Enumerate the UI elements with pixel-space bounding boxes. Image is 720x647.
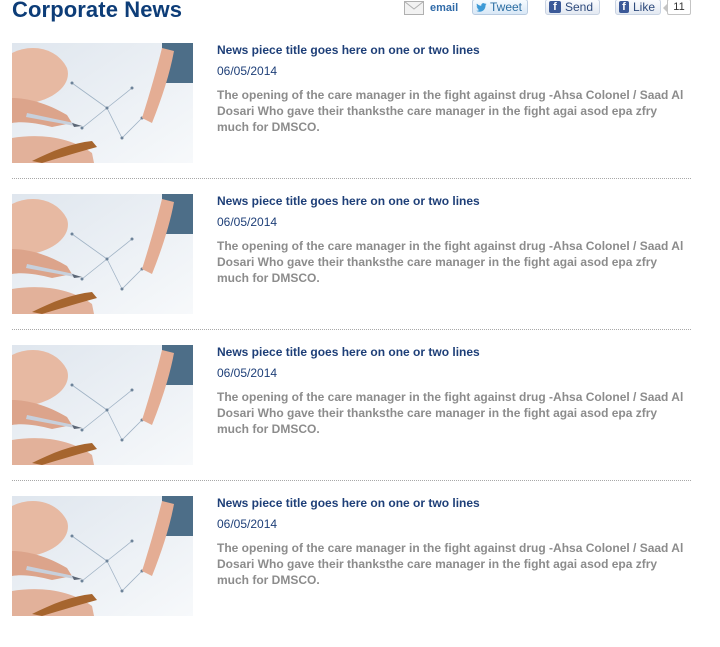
news-item: News piece title goes here on one or two… xyxy=(12,345,691,496)
news-item: News piece title goes here on one or two… xyxy=(12,194,691,345)
twitter-bird-icon xyxy=(476,2,487,12)
news-date: 06/05/2014 xyxy=(217,366,278,380)
news-thumbnail[interactable] xyxy=(12,345,193,465)
news-excerpt: The opening of the care manager in the f… xyxy=(217,541,684,587)
news-title-link[interactable]: News piece title goes here on one or two… xyxy=(217,345,480,360)
news-date: 06/05/2014 xyxy=(217,215,278,229)
news-title-link[interactable]: News piece title goes here on one or two… xyxy=(217,194,480,209)
news-thumbnail[interactable] xyxy=(12,496,193,616)
news-title-link[interactable]: News piece title goes here on one or two… xyxy=(217,43,480,58)
hands-with-pen-image xyxy=(12,43,193,163)
news-excerpt: The opening of the care manager in the f… xyxy=(217,390,684,436)
page-header: Corporate News email Tweet f Send f Like… xyxy=(0,0,720,30)
news-excerpt: The opening of the care manager in the f… xyxy=(217,88,684,134)
share-bar: email Tweet f Send f Like 11 xyxy=(0,0,720,22)
email-share-button[interactable]: email xyxy=(404,0,458,16)
news-excerpt: The opening of the care manager in the f… xyxy=(217,239,684,285)
news-date: 06/05/2014 xyxy=(217,64,278,78)
news-item: News piece title goes here on one or two… xyxy=(12,496,691,647)
send-label: Send xyxy=(565,0,594,14)
news-list: News piece title goes here on one or two… xyxy=(12,43,691,647)
like-count: 11 xyxy=(663,0,691,15)
news-title-link[interactable]: News piece title goes here on one or two… xyxy=(217,496,480,511)
email-label: email xyxy=(430,2,459,14)
hands-with-pen-image xyxy=(12,345,193,465)
hands-with-pen-image xyxy=(12,194,193,314)
news-thumbnail[interactable] xyxy=(12,194,193,314)
tweet-label: Tweet xyxy=(489,0,522,14)
tweet-button[interactable]: Tweet xyxy=(472,0,528,15)
news-item: News piece title goes here on one or two… xyxy=(12,43,691,194)
facebook-icon: f xyxy=(619,1,629,13)
facebook-like-button[interactable]: f Like xyxy=(615,0,661,15)
news-divider xyxy=(12,329,691,330)
news-date: 06/05/2014 xyxy=(217,517,278,531)
news-divider xyxy=(12,480,691,481)
news-divider xyxy=(12,178,691,179)
facebook-send-button[interactable]: f Send xyxy=(545,0,600,15)
news-thumbnail[interactable] xyxy=(12,43,193,163)
envelope-icon xyxy=(404,1,424,15)
hands-with-pen-image xyxy=(12,496,193,616)
facebook-icon: f xyxy=(549,1,561,13)
like-label: Like xyxy=(632,0,655,14)
